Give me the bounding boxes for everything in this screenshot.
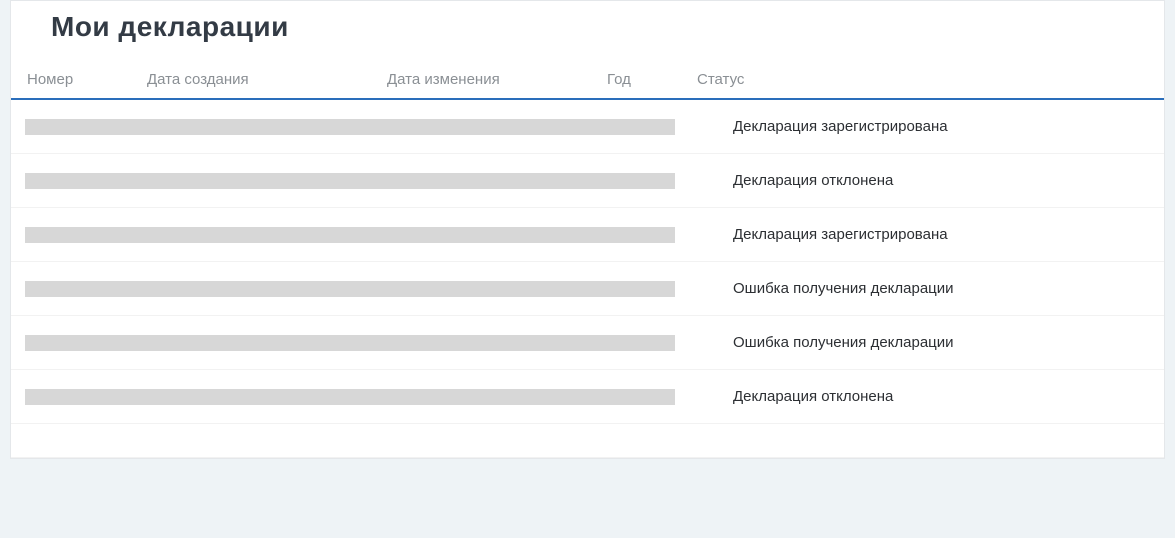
table-row[interactable]: Ошибка получения декларации — [11, 262, 1164, 316]
loading-bar — [25, 389, 675, 405]
row-data-placeholder — [25, 335, 695, 351]
row-data-placeholder — [25, 389, 695, 405]
loading-bar — [25, 173, 675, 189]
page-title: Мои декларации — [11, 1, 1164, 63]
loading-bar — [25, 281, 675, 297]
row-data-placeholder — [25, 119, 695, 135]
row-status: Ошибка получения декларации — [695, 334, 1150, 351]
col-number[interactable]: Номер — [25, 71, 145, 88]
table-row[interactable]: Ошибка получения декларации — [11, 316, 1164, 370]
table-row[interactable]: Декларация зарегистрирована — [11, 100, 1164, 154]
row-status: Декларация отклонена — [695, 172, 1150, 189]
row-data-placeholder — [25, 173, 695, 189]
loading-bar — [25, 119, 675, 135]
loading-bar — [25, 335, 675, 351]
col-year[interactable]: Год — [605, 71, 695, 88]
row-status: Декларация зарегистрирована — [695, 118, 1150, 135]
col-created[interactable]: Дата создания — [145, 71, 385, 88]
loading-bar — [25, 227, 675, 243]
table-header: Номер Дата создания Дата изменения Год С… — [11, 63, 1164, 100]
row-status: Декларация отклонена — [695, 388, 1150, 405]
table-row[interactable]: Декларация отклонена — [11, 370, 1164, 424]
table-footer-spacer — [11, 424, 1164, 458]
table-row[interactable]: Декларация зарегистрирована — [11, 208, 1164, 262]
table-row[interactable]: Декларация отклонена — [11, 154, 1164, 208]
row-status: Декларация зарегистрирована — [695, 226, 1150, 243]
row-data-placeholder — [25, 227, 695, 243]
row-data-placeholder — [25, 281, 695, 297]
row-status: Ошибка получения декларации — [695, 280, 1150, 297]
col-modified[interactable]: Дата изменения — [385, 71, 605, 88]
declarations-panel: Мои декларации Номер Дата создания Дата … — [10, 0, 1165, 459]
col-status[interactable]: Статус — [695, 71, 1150, 88]
